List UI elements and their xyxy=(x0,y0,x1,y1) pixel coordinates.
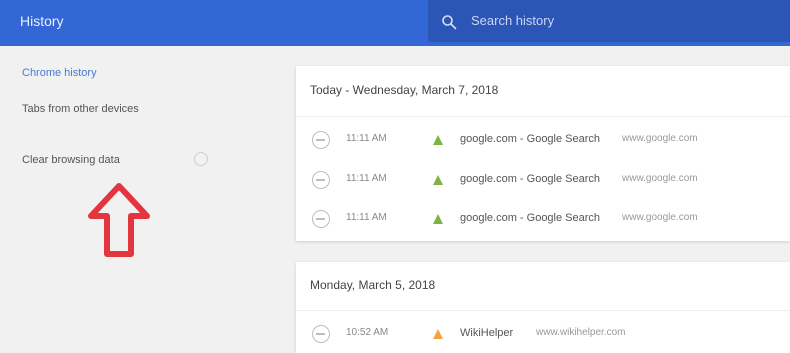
entry-time: 10:52 AM xyxy=(346,327,389,338)
divider xyxy=(296,310,790,311)
entry-time: 11:11 AM xyxy=(346,212,387,223)
entry-time: 11:11 AM xyxy=(346,173,387,184)
entry-title[interactable]: google.com - Google Search xyxy=(460,133,600,145)
entry-domain: www.google.com xyxy=(622,133,698,144)
group-header: Monday, March 5, 2018 xyxy=(310,278,436,292)
sidebar-item-tabs-from-other-devices[interactable]: Tabs from other devices xyxy=(22,103,139,115)
orange-favicon-icon xyxy=(433,329,443,339)
up-arrow-icon xyxy=(88,183,150,257)
history-group-monday: Monday, March 5, 2018 10:52 AM WikiHelpe… xyxy=(296,262,790,353)
search-input[interactable]: Search history xyxy=(471,13,554,28)
history-entry[interactable]: 10:52 AM WikiHelper www.wikihelper.com xyxy=(296,315,790,353)
entry-checkbox[interactable] xyxy=(312,210,330,228)
history-entry[interactable]: 11:11 AM google.com - Google Search www.… xyxy=(296,121,790,159)
entry-time: 11:11 AM xyxy=(346,133,387,144)
google-favicon-icon xyxy=(433,135,443,145)
history-group-today: Today - Wednesday, March 7, 2018 11:11 A… xyxy=(296,66,790,241)
sidebar-item-chrome-history[interactable]: Chrome history xyxy=(22,67,97,79)
entry-checkbox[interactable] xyxy=(312,171,330,189)
google-favicon-icon xyxy=(433,175,443,185)
history-entry[interactable]: 11:11 AM google.com - Google Search www.… xyxy=(296,161,790,199)
entry-title[interactable]: WikiHelper xyxy=(460,327,513,339)
history-entry[interactable]: 11:11 AM google.com - Google Search www.… xyxy=(296,200,790,238)
entry-domain: www.wikihelper.com xyxy=(536,327,626,338)
divider xyxy=(296,116,790,117)
entry-domain: www.google.com xyxy=(622,212,698,223)
entry-title[interactable]: google.com - Google Search xyxy=(460,212,600,224)
sidebar-item-clear-browsing-data[interactable]: Clear browsing data xyxy=(22,154,120,166)
entry-checkbox[interactable] xyxy=(312,131,330,149)
app-title: History xyxy=(20,13,64,29)
entry-checkbox[interactable] xyxy=(312,325,330,343)
external-link-icon xyxy=(194,152,208,166)
group-header: Today - Wednesday, March 7, 2018 xyxy=(310,83,499,97)
entry-domain: www.google.com xyxy=(622,173,698,184)
google-favicon-icon xyxy=(433,214,443,224)
search-icon[interactable] xyxy=(441,14,457,30)
entry-title[interactable]: google.com - Google Search xyxy=(460,173,600,185)
